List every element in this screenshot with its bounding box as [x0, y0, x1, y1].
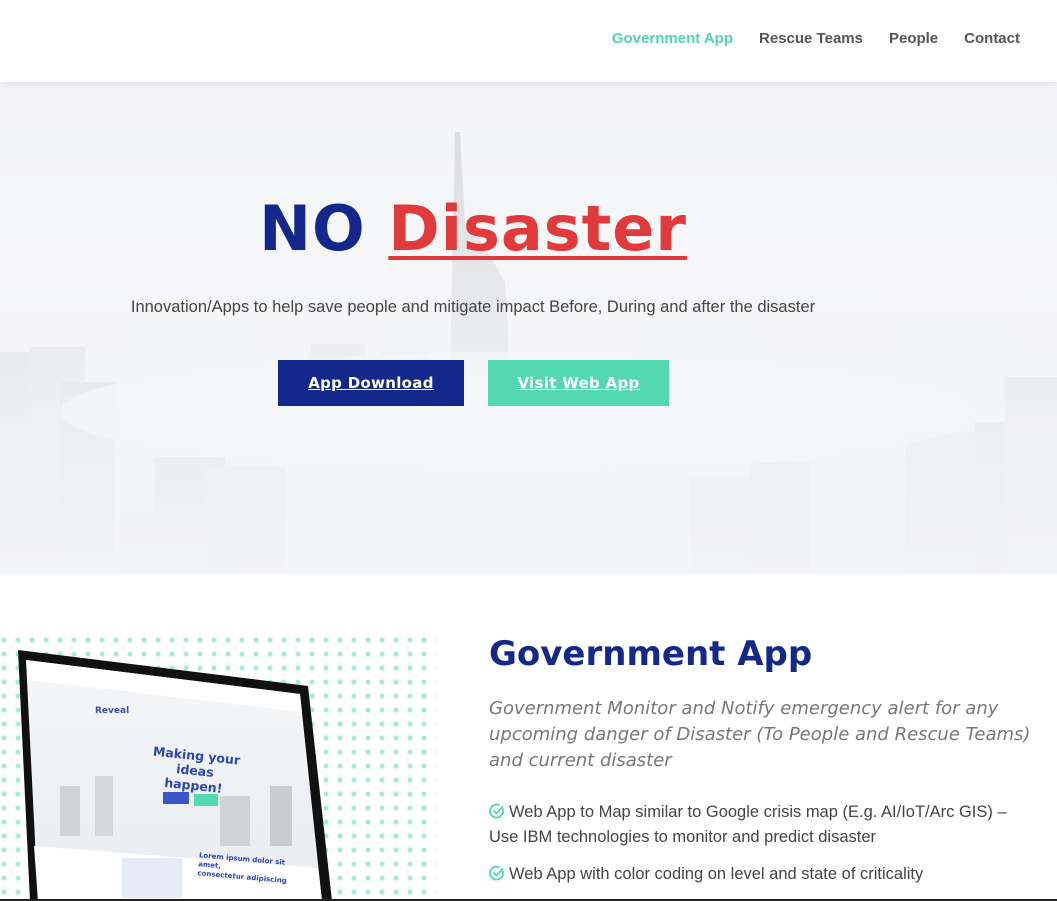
- app-download-button[interactable]: App Download: [278, 360, 464, 406]
- nav-item-contact[interactable]: Contact: [964, 30, 1020, 47]
- hero-title-disaster: Disaster: [388, 192, 687, 265]
- list-item: Web App to Map similar to Google crisis …: [489, 800, 1029, 850]
- laptop-mockup-image: Reveal Making your ideas happen! Lorem i…: [0, 636, 436, 901]
- hero-title: NO Disaster: [0, 192, 946, 265]
- hero-title-no: NO: [259, 192, 366, 265]
- main-nav: Government App Rescue Teams People Conta…: [612, 30, 1020, 47]
- feature-title: Government App: [489, 634, 813, 674]
- feature-bullets: Web App to Map similar to Google crisis …: [489, 800, 1029, 899]
- check-circle-icon: [489, 865, 504, 881]
- mockup-brand: Reveal: [95, 706, 130, 716]
- foggy-city-background: [0, 82, 1057, 574]
- hero-subtitle: Innovation/Apps to help save people and …: [130, 298, 816, 316]
- site-header: Government App Rescue Teams People Conta…: [0, 0, 1057, 82]
- nav-item-rescue-teams[interactable]: Rescue Teams: [759, 30, 863, 47]
- visit-web-app-button[interactable]: Visit Web App: [488, 360, 669, 406]
- list-item: Web App with color coding on level and s…: [489, 862, 1029, 887]
- nav-item-people[interactable]: People: [889, 30, 938, 47]
- feature-lead: Government Monitor and Notify emergency …: [489, 698, 1031, 771]
- bullet-text: Web App with color coding on level and s…: [509, 865, 924, 883]
- bullet-text: Web App to Map similar to Google crisis …: [489, 803, 1007, 846]
- nav-item-government-app[interactable]: Government App: [612, 30, 733, 47]
- check-circle-icon: [489, 803, 504, 819]
- hero-section: NO Disaster Innovation/Apps to help save…: [0, 82, 1057, 574]
